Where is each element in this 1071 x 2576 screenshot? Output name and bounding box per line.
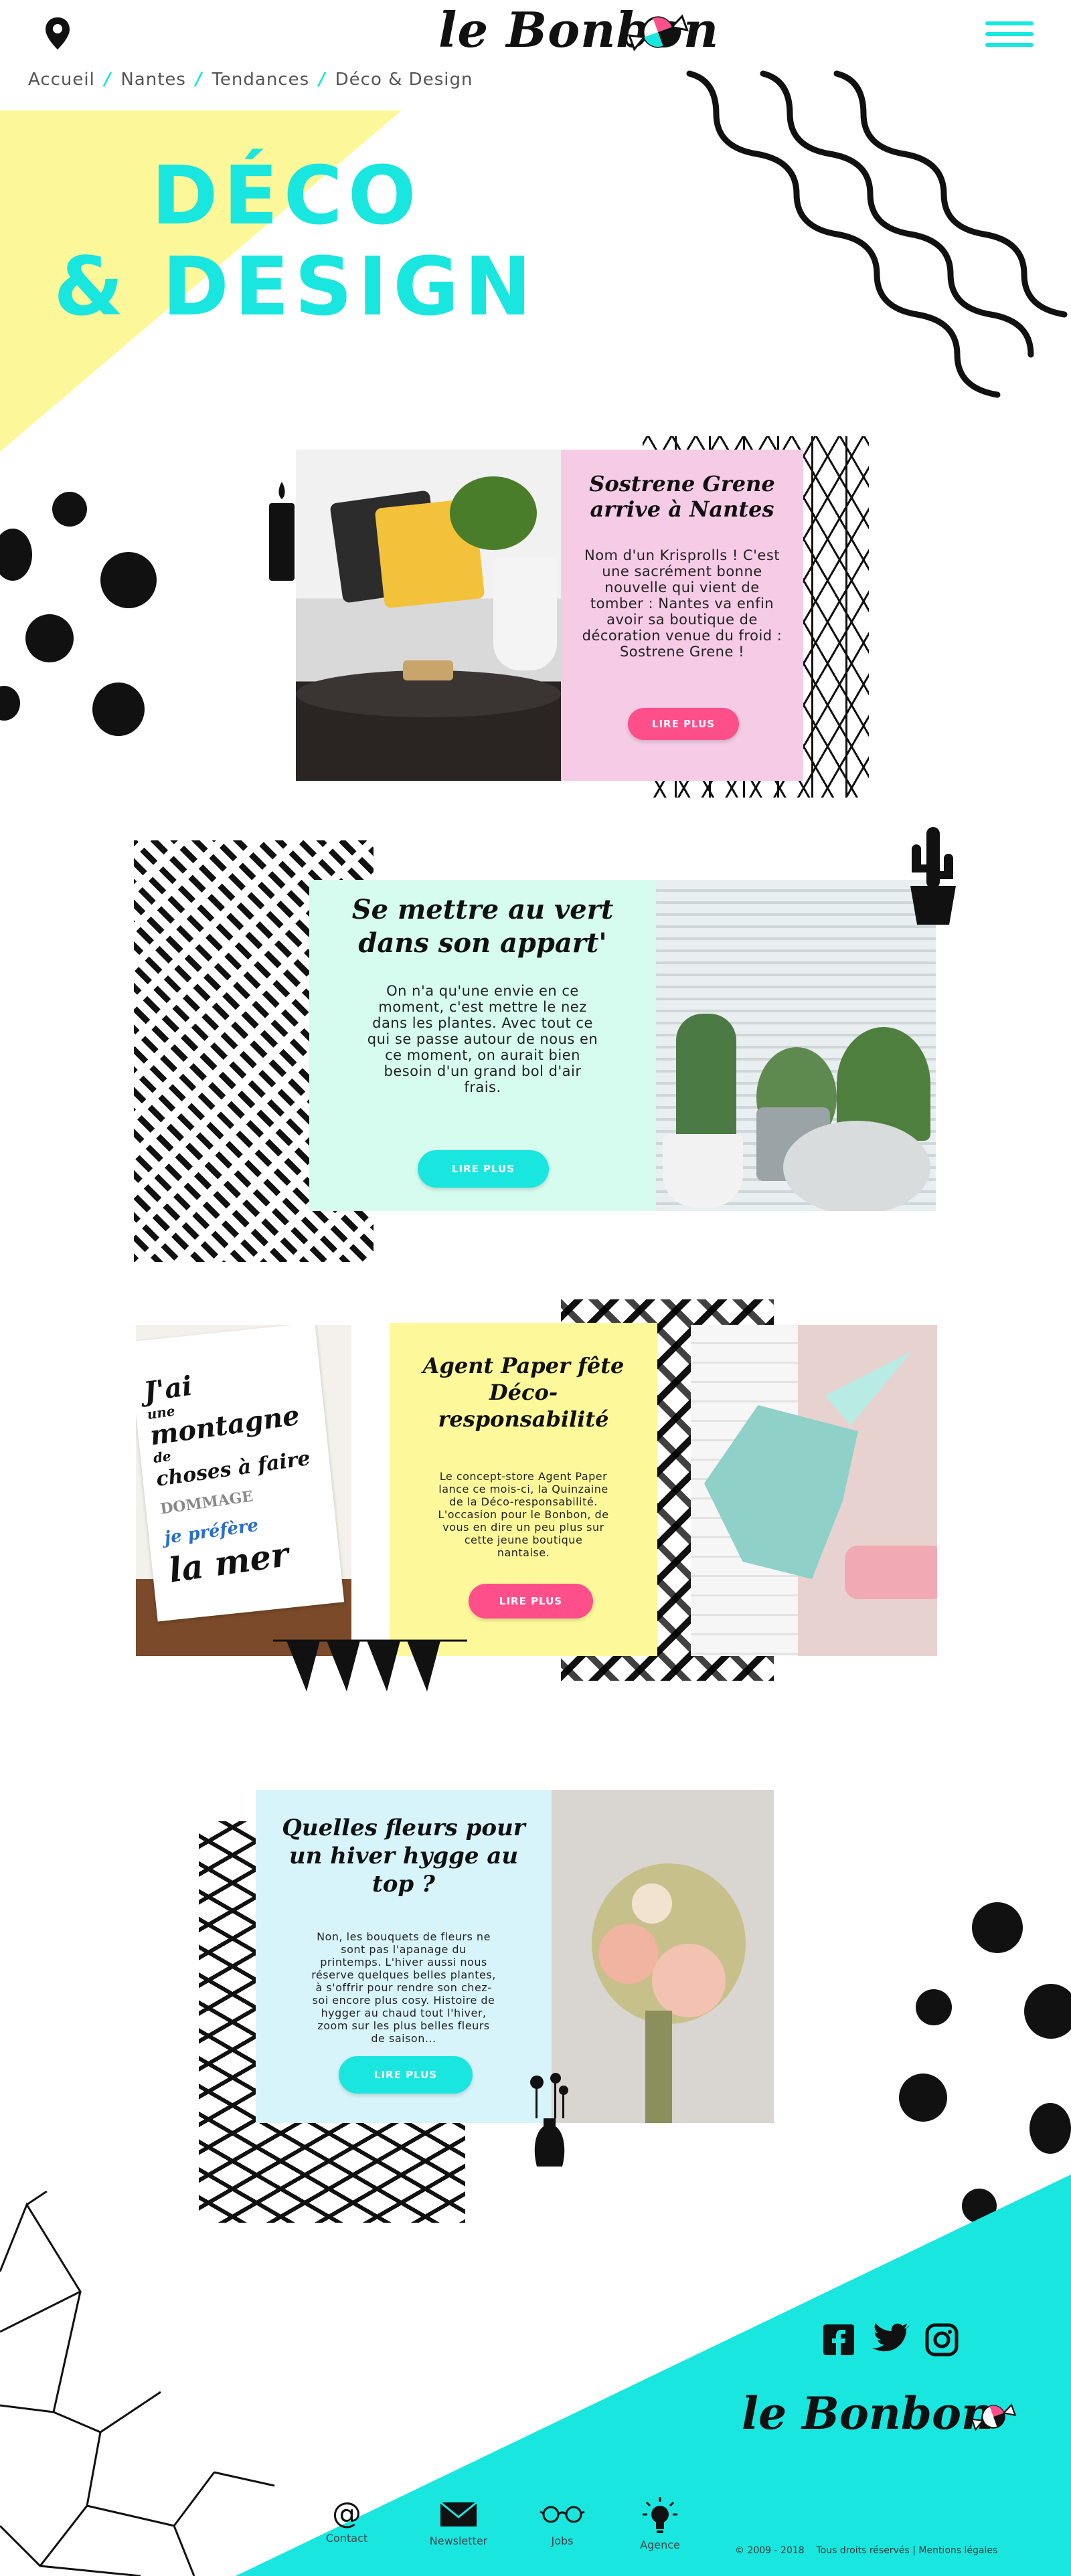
candy-icon (627, 14, 689, 52)
article-card-2[interactable]: Se mettre au vert dans son appart' On n'… (309, 880, 656, 1211)
map-pin-icon[interactable] (44, 16, 71, 51)
page-title-line1: DÉCO (151, 150, 422, 243)
candy-icon (971, 2403, 1017, 2431)
breadcrumb-link-accueil[interactable]: Accueil (28, 70, 95, 90)
social-links (822, 2323, 959, 2359)
footer-nav-contact[interactable]: @ Contact (320, 2496, 374, 2545)
footer-logo[interactable]: le Bonbon (742, 2387, 993, 2440)
hamburger-icon (985, 21, 1034, 25)
footer-nav-newsletter[interactable]: Newsletter (422, 2496, 495, 2547)
hamburger-menu-button[interactable] (985, 21, 1034, 54)
ink-dot-decor (1029, 2103, 1071, 2154)
copyright-text: © 2009 - 2018 Tous droits réservés | Men… (735, 2545, 998, 2556)
article-image-plants[interactable] (656, 880, 936, 1211)
read-more-button[interactable]: LIRE PLUS (628, 708, 739, 740)
twitter-icon[interactable] (871, 2323, 910, 2357)
footer-nav-agence[interactable]: Agence (633, 2496, 687, 2551)
article-card-4[interactable]: Quelles fleurs pour un hiver hygge au to… (256, 1790, 552, 2123)
at-icon: @ (332, 2496, 361, 2531)
read-more-button[interactable]: LIRE PLUS (339, 2056, 473, 2094)
article-image-unicorn[interactable] (691, 1325, 937, 1656)
read-more-button[interactable]: LIRE PLUS (418, 1150, 549, 1188)
bunting-flags-icon (273, 1639, 467, 1691)
ink-dot-decor (25, 614, 74, 662)
article-title[interactable]: Agent Paper fête Déco-responsabilité (410, 1352, 637, 1433)
ink-dot-decor (0, 686, 20, 721)
ink-dot-decor (899, 2074, 947, 2122)
article-image-livingroom[interactable] (296, 450, 561, 781)
article-title[interactable]: Sostrene Grene arrive à Nantes (580, 471, 785, 522)
read-more-button[interactable]: LIRE PLUS (469, 1584, 593, 1619)
flower-vase-icon (530, 2073, 568, 2167)
line-art-decor (0, 2191, 275, 2576)
cactus-icon (910, 827, 956, 925)
ink-dot-decor (1024, 1984, 1071, 2039)
glasses-icon (540, 2506, 585, 2523)
ink-dot-decor (52, 492, 87, 527)
article-title[interactable]: Quelles fleurs pour un hiver hygge au to… (273, 1814, 534, 1898)
facebook-icon[interactable] (822, 2323, 855, 2357)
lightbulb-icon (643, 2497, 677, 2533)
breadcrumb-current: Déco & Design (335, 70, 473, 90)
ink-dot-decor (100, 552, 157, 608)
ink-dot-decor (92, 682, 145, 736)
breadcrumb: Accueil / Nantes / Tendances / Déco & Design (28, 70, 473, 90)
article-card-3[interactable]: Agent Paper fête Déco-responsabilité Le … (390, 1323, 657, 1656)
breadcrumb-link-tendances[interactable]: Tendances (212, 70, 309, 90)
article-excerpt: Non, les bouquets de fleurs ne sont pas … (311, 1930, 496, 2045)
article-image-poster[interactable]: J'ai une montagne de choses à faire DOMM… (136, 1325, 351, 1656)
article-excerpt: Nom d'un Krisprolls ! C'est une sacrémen… (582, 547, 782, 660)
wavy-lines-decor (686, 70, 1068, 398)
page-title-line2: & DESIGN (54, 241, 538, 334)
page-title: DÉCO & DESIGN (54, 151, 537, 333)
instagram-icon[interactable] (925, 2323, 959, 2357)
footer-nav-jobs[interactable]: Jobs (536, 2496, 589, 2547)
envelope-icon (440, 2501, 477, 2526)
article-excerpt: Le concept-store Agent Paper lance ce mo… (438, 1470, 609, 1559)
ink-dot-decor (916, 1989, 952, 2025)
candle-icon (269, 482, 295, 581)
ink-dot-decor (972, 1902, 1023, 1953)
article-title[interactable]: Se mettre au vert dans son appart' (332, 893, 633, 960)
ink-dot-decor (0, 529, 32, 581)
article-image-bouquet[interactable] (552, 1790, 774, 2123)
article-card-1[interactable]: Sostrene Grene arrive à Nantes Nom d'un … (561, 450, 803, 781)
article-excerpt: On n'a qu'une envie en ce moment, c'est … (367, 983, 598, 1095)
breadcrumb-link-nantes[interactable]: Nantes (120, 70, 186, 90)
